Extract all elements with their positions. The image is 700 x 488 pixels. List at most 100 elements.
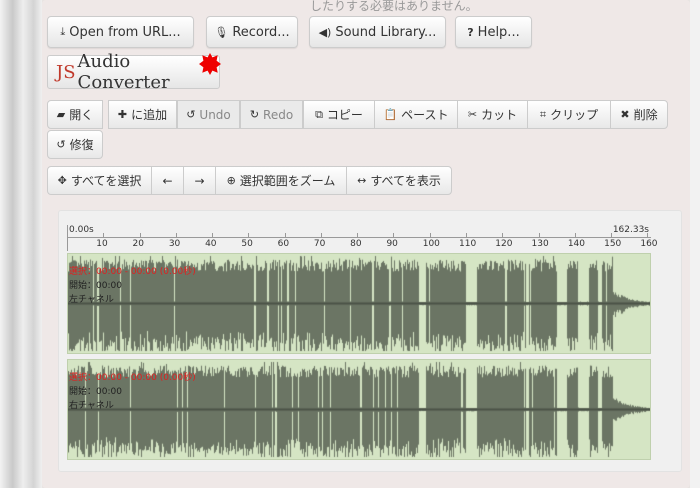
button-label: Open from URL... — [69, 24, 181, 40]
ruler-tick — [212, 233, 214, 238]
ruler-tick — [502, 233, 504, 238]
button-label: Record... — [232, 24, 290, 40]
expand-icon: ✥ — [57, 174, 67, 187]
ruler-tick — [393, 233, 395, 238]
repair-button[interactable]: ↺ 修復 — [47, 130, 103, 159]
crop-icon: ⌗ — [539, 107, 547, 121]
x-icon: ✖ — [620, 108, 630, 121]
ruler-tick — [284, 233, 286, 238]
ruler-tick-label: 10 — [96, 239, 108, 249]
ruler-tick-label: 30 — [168, 239, 181, 249]
ruler-tick — [538, 233, 540, 238]
download-icon: ⤓ — [60, 25, 66, 38]
ruler-tick — [320, 233, 322, 238]
logo-text: Audio Converter — [77, 51, 170, 93]
intro-text: したりする必要はありません。 — [310, 0, 478, 13]
time-ruler[interactable]: 0.00s 162.33s 10 20 30 40 50 60 70 80 90 100 110 120 1… — [67, 225, 658, 253]
ruler-tick — [466, 233, 467, 238]
paste-icon: 📋 — [383, 108, 398, 121]
selection-readout: 選択：00:00 - 00:00 (0.00秒) — [69, 267, 196, 277]
show-all-button[interactable]: ↔ すべてを表示 — [346, 166, 452, 195]
button-label: に追加 — [131, 108, 168, 122]
cut-button[interactable]: ✂ カット — [457, 100, 528, 129]
undo-icon: ↺ — [186, 108, 196, 121]
button-label: → — [194, 173, 205, 188]
ruler-tick-label: 50 — [241, 239, 253, 249]
button-label: Redo — [263, 107, 294, 122]
button-label: Undo — [199, 107, 231, 122]
append-button[interactable]: ✚ に追加 — [108, 100, 177, 129]
left-channel-waveform[interactable]: 選択：00:00 - 00:00 (0.00秒) 開始：00:00 左チャネル — [67, 253, 651, 354]
page-background-right — [690, 0, 700, 488]
js-audio-converter-link[interactable]: JS Audio Converter — [47, 51, 221, 93]
ruler-tick-label: 120 — [495, 239, 513, 249]
ruler-start-label: 0.00s — [67, 225, 94, 251]
scissors-icon: ✂ — [467, 108, 478, 121]
button-label: すべてを表示 — [370, 174, 441, 188]
zoom-in-icon: ⊕ — [226, 174, 236, 187]
start-readout: 開始：00:00 — [69, 387, 122, 397]
paste-button[interactable]: 📋 ペースト — [374, 100, 458, 129]
open-button[interactable]: ▰ 開く — [47, 100, 103, 129]
button-label: Help... — [477, 24, 520, 40]
copy-icon: ⧉ — [315, 107, 323, 121]
copy-button[interactable]: ⧉ コピー — [303, 100, 375, 129]
horizontal-arrows-icon: ↔ — [357, 174, 367, 187]
move-left-button[interactable]: ← — [151, 166, 184, 195]
button-label: Sound Library... — [335, 24, 437, 40]
ruler-tick — [647, 233, 649, 238]
ruler-tick — [357, 233, 359, 238]
ruler-end-label: 162.33s — [612, 225, 649, 235]
sound-library-button[interactable]: ◀) Sound Library... — [309, 16, 446, 48]
button-label: カット — [481, 108, 518, 122]
ruler-axis-line — [67, 237, 651, 238]
ruler-tick-label: 40 — [205, 239, 217, 249]
clip-button[interactable]: ⌗ クリップ — [527, 100, 611, 129]
delete-button[interactable]: ✖ 削除 — [610, 100, 668, 129]
redo-icon: ↻ — [249, 108, 260, 121]
right-channel-waveform[interactable]: 選択：00:00 - 00:00 (0.00秒) 開始：00:00 右チャネル — [67, 359, 651, 460]
volume-icon: ◀) — [318, 25, 332, 39]
ruler-tick — [574, 233, 576, 238]
channel-name: 右チャネル — [69, 401, 114, 411]
question-icon: ? — [467, 25, 474, 39]
redo-button[interactable]: ↻ Redo — [240, 100, 303, 129]
ruler-tick-label: 140 — [567, 239, 585, 249]
start-readout: 開始：00:00 — [69, 281, 122, 291]
move-right-button[interactable]: → — [183, 166, 216, 195]
logo-prefix: JS — [56, 61, 76, 83]
ruler-tick — [103, 233, 105, 238]
zoom-selection-button[interactable]: ⊕ 選択範囲をズーム — [215, 166, 347, 195]
ruler-tick-label: 130 — [531, 239, 549, 249]
ruler-tick-label: 90 — [386, 239, 398, 249]
ruler-tick — [175, 233, 177, 238]
button-label: ペースト — [401, 108, 449, 122]
button-label: コピー — [326, 108, 363, 122]
button-label: 選択範囲をズーム — [239, 174, 336, 188]
button-label: すべてを選択 — [70, 174, 142, 188]
repair-icon: ↺ — [56, 138, 66, 151]
open-from-url-button[interactable]: ⤓ Open from URL... — [47, 16, 194, 48]
ruler-tick-label: 150 — [604, 239, 622, 249]
ruler-tick-label: 80 — [350, 239, 362, 249]
ruler-tick-label: 60 — [277, 239, 290, 249]
button-label: 修復 — [69, 138, 94, 152]
ruler-tick-label: 70 — [313, 239, 326, 249]
help-button[interactable]: ? Help... — [455, 16, 532, 48]
microphone-icon: 🎙 — [214, 25, 229, 39]
app-panel: したりする必要はありません。 ⤓ Open from URL... 🎙 Record… — [42, 0, 690, 488]
undo-button[interactable]: ↺ Undo — [177, 100, 240, 129]
select-all-button[interactable]: ✥ すべてを選択 — [47, 166, 152, 195]
button-label: ← — [162, 173, 173, 188]
page-background — [0, 0, 42, 488]
ruler-tick-label: 100 — [422, 239, 440, 249]
folder-open-icon: ▰ — [56, 108, 66, 121]
channel-name: 左チャネル — [69, 295, 114, 305]
ruler-tick — [429, 233, 431, 238]
selection-readout: 選択：00:00 - 00:00 (0.00秒) — [69, 373, 196, 383]
plus-icon: ✚ — [117, 108, 128, 121]
record-button[interactable]: 🎙 Record... — [206, 16, 298, 48]
button-label: クリップ — [550, 108, 599, 122]
ruler-tick — [611, 233, 613, 238]
ruler-tick — [139, 233, 141, 238]
